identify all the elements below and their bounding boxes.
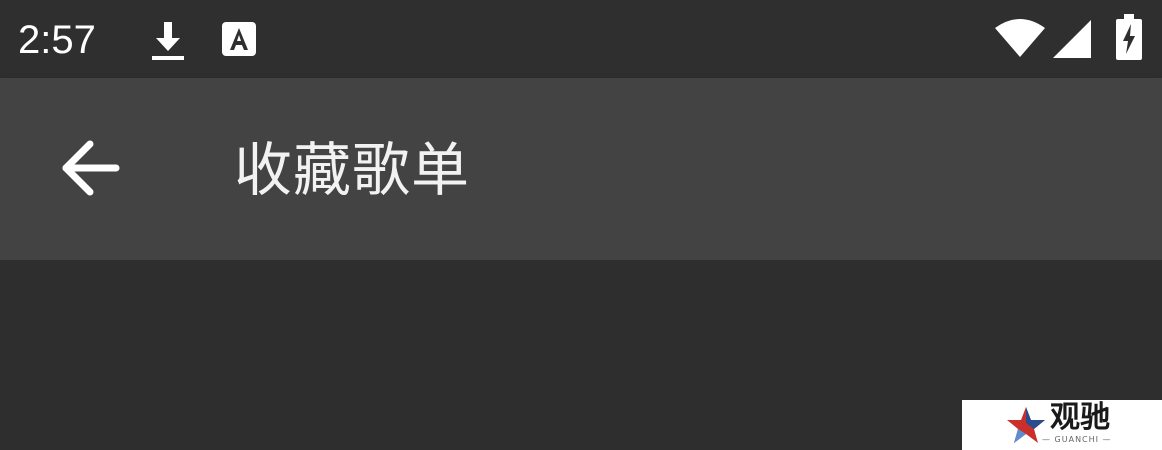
a-notification-icon bbox=[222, 22, 256, 56]
star-logo-icon bbox=[1007, 407, 1045, 443]
app-screen: 2:57 收藏歌单 观驰 — GUANCHI — bbox=[0, 0, 1162, 450]
wifi-icon bbox=[995, 19, 1045, 57]
status-time: 2:57 bbox=[18, 18, 96, 62]
app-bar: 收藏歌单 bbox=[0, 78, 1162, 260]
watermark-subtext: — GUANCHI — bbox=[1042, 435, 1112, 444]
page-title: 收藏歌单 bbox=[234, 136, 471, 204]
cell-signal-icon bbox=[1053, 20, 1091, 58]
watermark-text: 观驰 bbox=[1050, 400, 1110, 435]
battery-charging-icon bbox=[1116, 14, 1142, 60]
watermark: 观驰 — GUANCHI — bbox=[962, 400, 1162, 450]
download-icon bbox=[152, 22, 184, 60]
arrow-back-icon[interactable] bbox=[52, 130, 128, 206]
status-bar: 2:57 bbox=[0, 0, 1162, 78]
